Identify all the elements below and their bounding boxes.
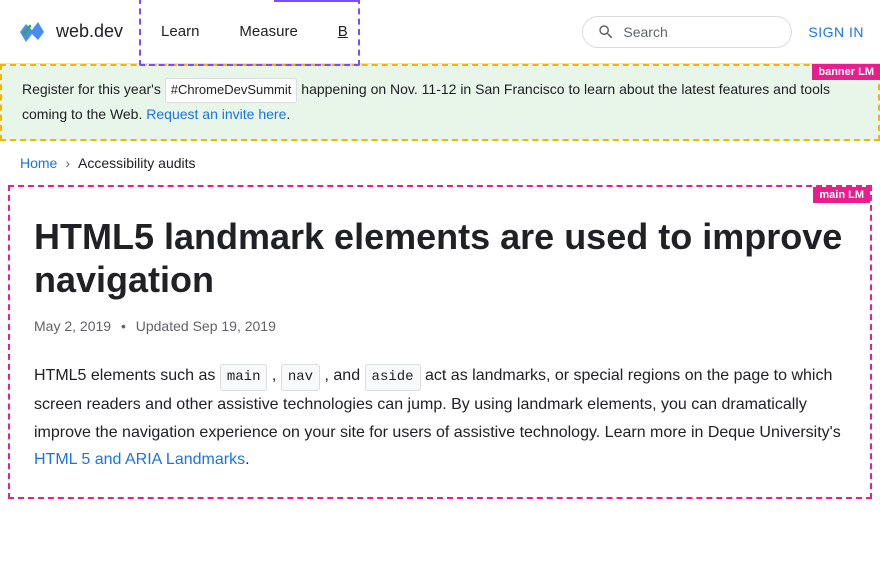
main-content: main LM HTML5 landmark elements are used… (8, 185, 872, 499)
navigation: navigation LM Learn Measure B (139, 0, 360, 66)
banner-invite-link[interactable]: Request an invite here (146, 106, 286, 122)
nav-lm-label: navigation LM (274, 0, 360, 2)
breadcrumb-current: Accessibility audits (78, 155, 196, 171)
nav-item-blog[interactable]: B (318, 0, 358, 64)
search-area: Search SIGN IN (582, 16, 864, 48)
banner-wrapper: banner LM Register for this year's #Chro… (0, 64, 880, 141)
breadcrumb: Home › Accessibility audits (0, 141, 880, 185)
banner: Register for this year's #ChromeDevSummi… (0, 64, 880, 141)
nav-items: Learn Measure B (141, 0, 358, 64)
nav-item-measure[interactable]: Measure (219, 0, 317, 64)
article: HTML5 landmark elements are used to impr… (34, 215, 846, 473)
article-updated-date: Sep 19, 2019 (193, 318, 276, 334)
webdev-logo-icon (16, 16, 48, 48)
banner-prefix: Register for this year's (22, 81, 161, 97)
code-main: main (220, 364, 268, 392)
code-aside: aside (365, 364, 421, 392)
deque-university-link[interactable]: HTML 5 and ARIA Landmarks (34, 451, 245, 468)
breadcrumb-separator: › (65, 155, 70, 171)
banner-lm-label: banner LM (812, 64, 880, 80)
logo-link[interactable]: web.dev (16, 16, 123, 48)
body-text-1: HTML5 elements such as (34, 367, 215, 384)
breadcrumb-home[interactable]: Home (20, 155, 57, 171)
sign-in-button[interactable]: SIGN IN (808, 24, 864, 40)
search-box[interactable]: Search (582, 16, 792, 48)
main-lm-label: main LM (813, 187, 870, 203)
search-placeholder: Search (623, 24, 667, 40)
article-date: May 2, 2019 • Updated Sep 19, 2019 (34, 318, 846, 334)
article-updated-prefix: Updated (136, 318, 189, 334)
banner-hashtag: #ChromeDevSummit (165, 78, 298, 103)
body-text-3: , and (325, 367, 361, 384)
body-comma-1: , (272, 367, 276, 384)
header: web.dev navigation LM Learn Measure B Se… (0, 0, 880, 64)
article-publish-date: May 2, 2019 (34, 318, 111, 334)
code-nav: nav (281, 364, 320, 392)
nav-item-learn[interactable]: Learn (141, 0, 219, 64)
body-text-5: . (245, 451, 249, 468)
logo-text: web.dev (56, 21, 123, 42)
banner-suffix: . (286, 106, 290, 122)
article-title: HTML5 landmark elements are used to impr… (34, 215, 846, 301)
date-separator: • (121, 318, 126, 334)
article-body: HTML5 elements such as main , nav , and … (34, 362, 846, 473)
search-icon (597, 23, 615, 41)
